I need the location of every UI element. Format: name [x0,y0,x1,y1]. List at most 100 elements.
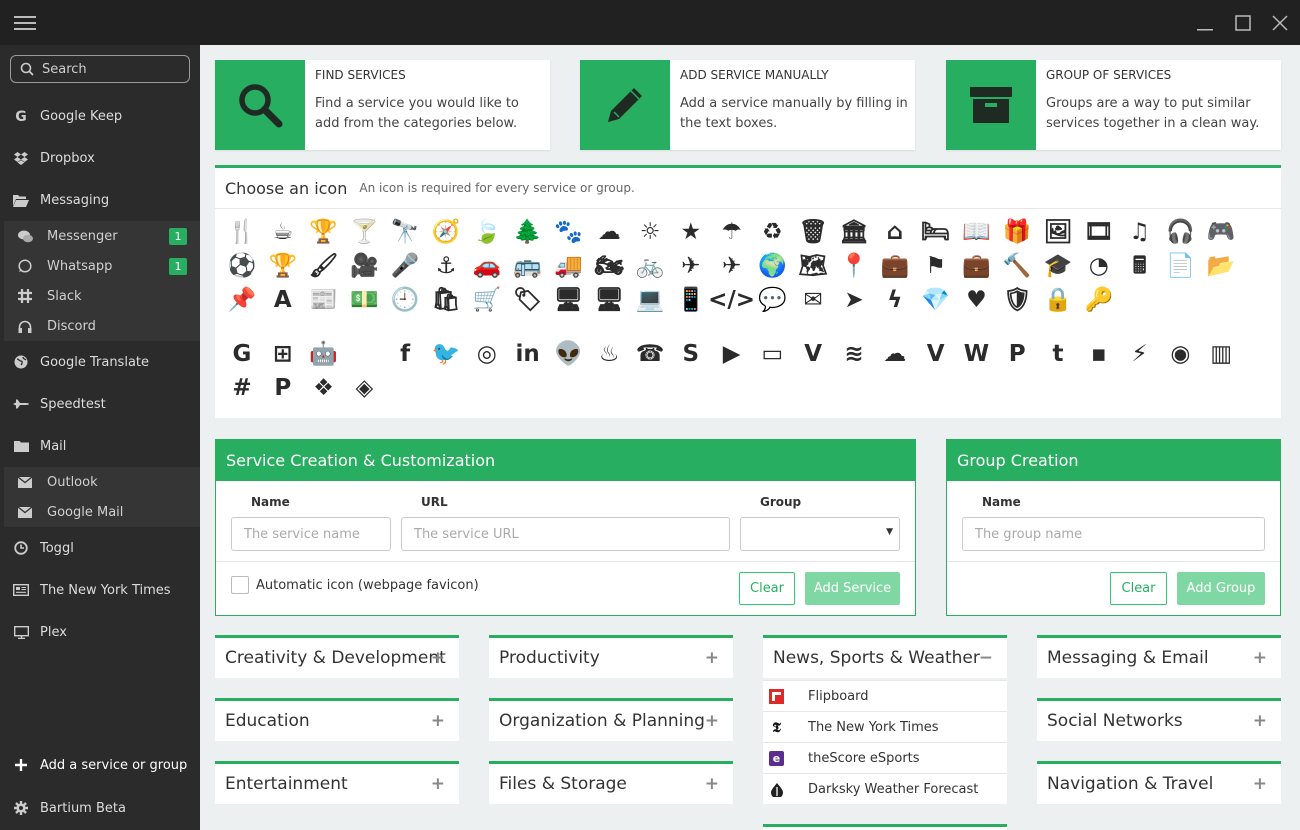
icon-option[interactable]: 💼 [880,251,910,281]
icon-option[interactable]: ♻ [757,217,787,247]
icon-option[interactable]: 🏆 [268,251,298,281]
group-name-input[interactable]: The group name [962,517,1265,551]
icon-option[interactable]: ♨ [594,339,624,369]
icon-option[interactable]: f [390,339,420,369]
icon-option[interactable]: 📖 [961,217,991,247]
plus-icon[interactable]: + [431,774,445,794]
icon-option[interactable]: A [268,285,298,315]
icon-option[interactable]: S [676,339,706,369]
category-creativity-development[interactable]: Creativity & Development + [215,635,459,678]
clear-group-button[interactable]: Clear [1110,572,1167,605]
clear-service-button[interactable]: Clear [739,572,795,605]
icon-option[interactable]: ◈ [349,373,379,403]
icon-option[interactable]: G [227,339,257,369]
icon-option[interactable]: 🛍 [431,285,461,315]
icon-option[interactable]: 🗺 [798,251,828,281]
icon-option[interactable]: 🚲 [635,251,665,281]
icon-option[interactable] [349,339,379,369]
icon-option[interactable]: P [1002,339,1032,369]
service-item-thescore[interactable]: e theScore eSports [763,742,1007,773]
icon-option[interactable]: 🔑 [1084,285,1114,315]
icon-option[interactable]: 🚚 [553,251,583,281]
icon-option[interactable]: 🖌 [309,251,339,281]
icon-option[interactable]: 💬 [757,285,787,315]
sidebar-item-google-mail[interactable]: Google Mail [4,497,200,527]
icon-option[interactable]: 🎞 [1084,217,1114,247]
plus-icon[interactable]: + [705,774,719,794]
icon-option[interactable]: 🕘 [390,285,420,315]
icon-option[interactable]: 📂 [1206,251,1236,281]
icon-option[interactable]: ▶ [717,339,747,369]
icon-option[interactable]: 🔭 [390,217,420,247]
icon-option[interactable]: ⚡ [1125,339,1155,369]
hamburger-icon[interactable] [13,11,37,35]
icon-option[interactable]: 🖥 [553,285,583,315]
icon-option[interactable]: ⊞ [268,339,298,369]
icon-option[interactable]: 🍴 [227,217,257,247]
category-files-storage[interactable]: Files & Storage + [489,761,733,804]
icon-option[interactable]: 👽 [553,339,583,369]
icon-option[interactable]: ☁ [594,217,624,247]
icon-option[interactable]: ✈ [676,251,706,281]
add-service-submit-button[interactable]: Add Service [805,572,900,605]
icon-option[interactable]: ❖ [309,373,339,403]
icon-option[interactable]: 💵 [349,285,379,315]
icon-option[interactable]: 🐾 [553,217,583,247]
icon-option[interactable]: 📰 [309,285,339,315]
category-messaging-email[interactable]: Messaging & Email + [1037,635,1281,678]
search-input[interactable]: Search [10,55,190,83]
plus-icon[interactable]: + [1253,711,1267,731]
service-item-darksky[interactable]: Darksky Weather Forecast [763,773,1007,804]
icon-option[interactable]: </> [708,285,755,315]
icon-option[interactable]: ▪ [1084,339,1114,369]
sidebar-item-toggl[interactable]: Toggl [0,533,200,563]
category-entertainment[interactable]: Entertainment + [215,761,459,804]
sidebar-item-messaging[interactable]: Messaging [0,185,200,215]
plus-icon[interactable]: + [431,711,445,731]
icon-option[interactable]: 🎁 [1002,217,1032,247]
minimize-icon[interactable] [1193,11,1217,35]
icon-option[interactable]: 🏛 [839,217,869,247]
icon-option[interactable]: 🍃 [472,217,502,247]
icon-option[interactable]: 🖼 [1043,217,1073,247]
sidebar-item-discord[interactable]: Discord [4,311,200,341]
icon-option[interactable]: 🍸 [349,217,379,247]
auto-icon-checkbox[interactable] [231,576,249,594]
icon-option[interactable]: ▭ [757,339,787,369]
icon-option[interactable]: 🚌 [513,251,543,281]
icon-option[interactable]: 🖥 [594,285,624,315]
icon-option[interactable]: 🛏 [921,217,951,247]
icon-option[interactable]: ☼ [635,217,665,247]
icon-option[interactable]: 🌍 [757,251,787,281]
category-productivity[interactable]: Productivity + [489,635,733,678]
icon-option[interactable]: V [798,339,828,369]
icon-option[interactable]: 💎 [921,285,951,315]
icon-option[interactable]: ★ [676,217,706,247]
icon-option[interactable]: ☎ [635,339,665,369]
plus-icon[interactable]: + [1253,774,1267,794]
icon-option[interactable]: t [1043,339,1073,369]
icon-option[interactable]: ♫ [1125,217,1155,247]
bartium-beta-button[interactable]: Bartium Beta [0,788,200,828]
category-organization-planning[interactable]: Organization & Planning + [489,698,733,741]
sidebar-item-messenger[interactable]: Messenger 1 [4,221,200,251]
category-education[interactable]: Education + [215,698,459,741]
icon-option[interactable]: 🤖 [309,339,339,369]
sidebar-item-the-new-york-times[interactable]: The New York Times [0,575,200,605]
icon-option[interactable]: 📱 [676,285,706,315]
icon-option[interactable]: P [268,373,298,403]
icon-option[interactable]: 🏆 [309,217,339,247]
icon-option[interactable]: 🎧 [1165,217,1195,247]
icon-option[interactable]: ⌂ [880,217,910,247]
group-select[interactable]: ▼ [740,517,900,551]
icon-option[interactable]: 💻 [635,285,665,315]
icon-option[interactable]: ⚓ [431,251,461,281]
sidebar-item-mail[interactable]: Mail [0,431,200,461]
category-social-networks[interactable]: Social Networks + [1037,698,1281,741]
icon-option[interactable]: in [513,339,543,369]
icon-option[interactable]: 🎓 [1043,251,1073,281]
add-group-submit-button[interactable]: Add Group [1177,572,1265,605]
service-name-input[interactable]: The service name [231,517,391,551]
icon-option[interactable]: ◉ [1165,339,1195,369]
sidebar-item-slack[interactable]: Slack [4,281,200,311]
